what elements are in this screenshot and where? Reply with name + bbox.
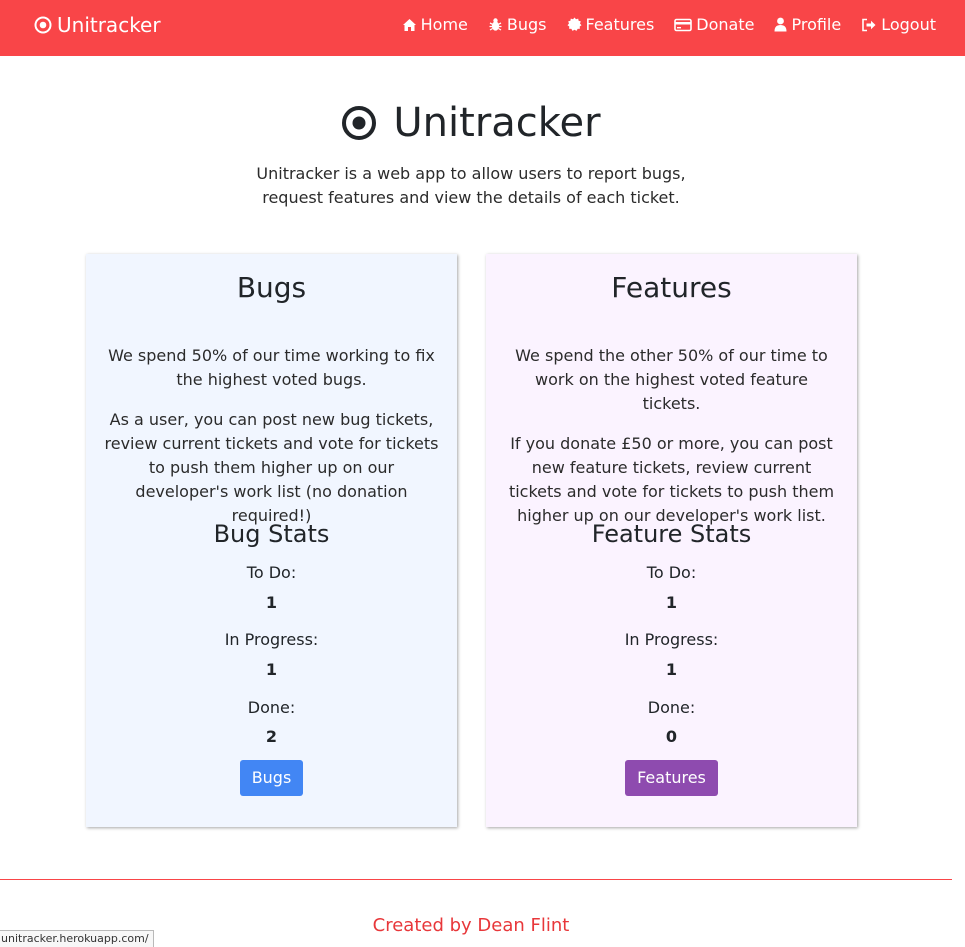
features-card-paragraph2: If you donate £50 or more, you can post … — [508, 434, 835, 525]
credit-card-icon — [674, 18, 693, 31]
bugs-card-heading: Bugs — [236, 271, 307, 304]
bug-todo-value: 1 — [265, 593, 278, 612]
bug-todo-label: To Do: — [246, 563, 297, 582]
page-description: Unitracker is a web app to allow users t… — [0, 162, 942, 210]
feature-stats-heading: Feature Stats — [591, 520, 752, 548]
sign-out-icon — [862, 18, 876, 31]
bug-done-value: 2 — [265, 727, 278, 746]
nav-home[interactable]: Home — [402, 15, 468, 34]
bug-inprogress-label: In Progress: — [224, 630, 319, 649]
nav-profile[interactable]: Profile — [774, 15, 841, 34]
features-card-paragraph1: We spend the other 50% of our time to wo… — [515, 346, 828, 413]
brand-link[interactable]: Unitracker — [34, 13, 161, 37]
features-button[interactable]: Features — [625, 760, 718, 796]
nav-donate[interactable]: Donate — [674, 15, 754, 34]
bug-stats: Bug Stats To Do: 1 In Progress: 1 Done: … — [86, 519, 457, 796]
nav-logout-label: Logout — [881, 15, 936, 34]
bug-stats-heading: Bug Stats — [213, 520, 330, 548]
feature-inprogress-label: In Progress: — [624, 630, 719, 649]
certificate-icon — [567, 17, 581, 31]
bugs-button[interactable]: Bugs — [239, 760, 304, 796]
page-title-text: Unitracker — [393, 100, 601, 146]
user-icon — [774, 17, 787, 32]
nav-bugs[interactable]: Bugs — [488, 15, 547, 34]
nav-donate-label: Donate — [696, 15, 755, 34]
nav-profile-label: Profile — [791, 15, 842, 34]
feature-done-value: 0 — [665, 727, 678, 746]
feature-todo-label: To Do: — [646, 563, 697, 582]
footer-divider — [0, 879, 952, 880]
nav-links: Home Bugs Features Donate Profile Logout — [402, 15, 936, 34]
top-navbar: Unitracker Home Bugs Features Donate Pro… — [0, 0, 965, 56]
feature-done-label: Done: — [647, 698, 696, 717]
page-description-line2: request features and view the details of… — [262, 188, 680, 207]
bullseye-icon — [342, 106, 377, 140]
features-card-heading: Features — [611, 271, 732, 304]
brand-label: Unitracker — [57, 13, 161, 37]
page-description-line1: Unitracker is a web app to allow users t… — [256, 164, 686, 183]
nav-logout[interactable]: Logout — [861, 15, 936, 34]
bug-done-label: Done: — [247, 698, 296, 717]
feature-stats: Feature Stats To Do: 1 In Progress: 1 Do… — [486, 519, 857, 796]
bug-inprogress-value: 1 — [265, 660, 278, 679]
bugs-card-paragraph2: As a user, you can post new bug tickets,… — [104, 410, 439, 525]
bullseye-icon — [34, 16, 52, 34]
nav-home-label: Home — [420, 15, 468, 34]
home-icon — [402, 18, 416, 31]
bugs-card-paragraph1: We spend 50% of our time working to fix … — [108, 346, 435, 389]
nav-features[interactable]: Features — [567, 15, 655, 34]
nav-bugs-label: Bugs — [506, 15, 547, 34]
feature-todo-value: 1 — [665, 593, 678, 612]
page-title: Unitracker — [0, 97, 942, 149]
status-bar-url: unitracker.herokuapp.com/ — [0, 930, 154, 947]
bug-icon — [489, 18, 502, 31]
features-card: Features We spend the other 50% of our t… — [486, 254, 857, 827]
nav-features-label: Features — [585, 15, 655, 34]
feature-inprogress-value: 1 — [665, 660, 678, 679]
bugs-card: Bugs We spend 50% of our time working to… — [86, 254, 457, 827]
